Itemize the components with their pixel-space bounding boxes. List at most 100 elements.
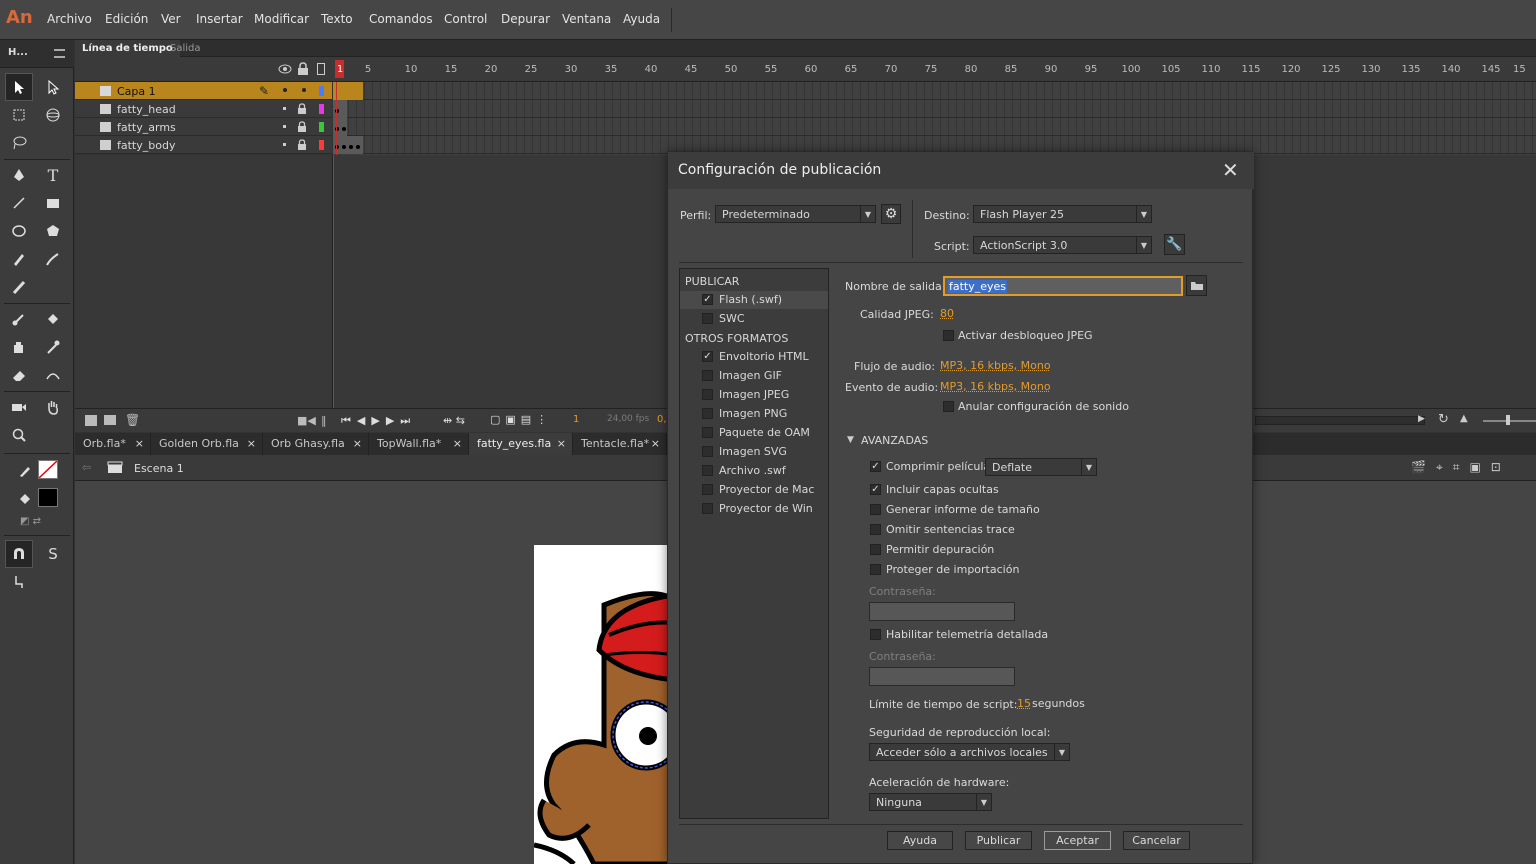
cancelar-button[interactable]: Cancelar	[1123, 831, 1190, 850]
camera-toggle-icon[interactable]: ■◀	[297, 414, 316, 427]
3d-rotation-icon[interactable]	[39, 101, 67, 129]
lock-dot[interactable]	[302, 88, 306, 92]
close-tab-icon[interactable]: ×	[135, 437, 144, 450]
checkbox-gif[interactable]	[702, 370, 713, 381]
checkbox-flash[interactable]: ✓	[702, 294, 713, 305]
checkbox-oam[interactable]	[702, 427, 713, 438]
lock-icon[interactable]	[297, 103, 307, 114]
fps-value[interactable]: 24,00 fps	[607, 414, 649, 424]
menu-ver[interactable]: Ver	[161, 12, 181, 26]
format-html-wrapper[interactable]: ✓ Envoltorio HTML	[680, 348, 828, 366]
stroke-color-swatch[interactable]	[38, 460, 58, 479]
brush-tool-icon[interactable]	[5, 273, 33, 301]
paint-brush-icon[interactable]	[39, 245, 67, 273]
format-svg[interactable]: Imagen SVG	[680, 443, 828, 461]
panel-menu-icon[interactable]	[54, 49, 65, 58]
password2-input[interactable]	[869, 667, 1015, 686]
visibility-dot[interactable]	[283, 125, 286, 128]
format-swf-archive[interactable]: Archivo .swf	[680, 462, 828, 480]
close-tab-icon[interactable]: ×	[557, 437, 566, 450]
menu-ventana[interactable]: Ventana	[562, 12, 611, 26]
scroll-right-icon[interactable]: ▶	[1418, 414, 1425, 424]
paint-bucket-icon[interactable]	[39, 305, 67, 333]
selection-tool-icon[interactable]	[5, 73, 33, 101]
layer-row-capa-1[interactable]: Capa 1 ✎	[75, 82, 332, 100]
checkbox-mac[interactable]	[702, 484, 713, 495]
telemetria-checkbox[interactable]	[870, 629, 881, 640]
ink-bottle-icon[interactable]	[5, 333, 33, 361]
perfil-dropdown[interactable]: Predeterminado ▼	[715, 205, 876, 223]
destino-dropdown[interactable]: Flash Player 25 ▼	[973, 205, 1152, 223]
proteger-importacion-checkbox[interactable]	[870, 564, 881, 575]
onion-skin-icons[interactable]: ▢▣▤⋮	[490, 413, 552, 426]
new-folder-icon[interactable]	[104, 415, 116, 425]
rectangle-tool-icon[interactable]	[39, 189, 67, 217]
straighten-icon[interactable]	[5, 568, 33, 596]
doc-tab-fatty-eyes[interactable]: fatty_eyes.fla ×	[469, 433, 573, 455]
limite-tiempo-value[interactable]: 15	[1017, 697, 1031, 710]
close-tab-icon[interactable]: ×	[453, 437, 462, 450]
format-flash-swf[interactable]: ✓ Flash (.swf)	[680, 291, 828, 309]
menu-archivo[interactable]: Archivo	[47, 12, 92, 26]
eyedropper-icon[interactable]	[39, 333, 67, 361]
artboard[interactable]	[534, 545, 674, 864]
oval-tool-icon[interactable]	[5, 217, 33, 245]
menu-comandos[interactable]: Comandos	[369, 12, 433, 26]
calidad-jpeg-value[interactable]: 80	[940, 307, 954, 320]
format-swc[interactable]: SWC	[680, 310, 828, 328]
free-transform-icon[interactable]	[5, 101, 33, 129]
pen-tool-icon[interactable]	[5, 161, 33, 189]
bone-tool-icon[interactable]	[5, 305, 33, 333]
back-arrow-icon[interactable]: ⇦	[82, 461, 91, 474]
password-input[interactable]	[869, 602, 1015, 621]
collapse-triangle-icon[interactable]: ▼	[847, 435, 854, 445]
close-icon[interactable]: ✕	[1222, 158, 1239, 182]
close-tab-icon[interactable]: ×	[247, 437, 256, 450]
show-hide-all-eye-icon[interactable]	[278, 63, 292, 75]
zoom-up-icon[interactable]: ▲	[1460, 413, 1468, 424]
comprimir-dropdown[interactable]: Deflate ▼	[985, 458, 1097, 476]
camera-tool-icon[interactable]	[5, 393, 33, 421]
text-tool-icon[interactable]: T	[39, 161, 67, 189]
evento-audio-value[interactable]: MP3, 16 kbps, Mono	[940, 380, 1051, 393]
scene-label[interactable]: Escena 1	[134, 462, 184, 475]
outline-color-swatch[interactable]	[319, 104, 324, 114]
nombre-salida-input[interactable]: fatty_eyes	[943, 276, 1183, 296]
checkbox-svg[interactable]	[702, 446, 713, 457]
doc-tab-tentacle[interactable]: Tentacle.fla* ×	[573, 433, 667, 455]
outline-color-swatch[interactable]	[319, 122, 324, 132]
visibility-dot[interactable]	[283, 143, 286, 146]
layer-depth-icon[interactable]: ‖	[321, 414, 327, 427]
menu-depurar[interactable]: Depurar	[501, 12, 550, 26]
fill-color-swatch[interactable]	[38, 488, 58, 507]
informe-tamano-checkbox[interactable]	[870, 504, 881, 515]
subselection-tool-icon[interactable]	[39, 73, 67, 101]
desbloqueo-checkbox[interactable]	[943, 330, 954, 341]
pencil-tool-icon[interactable]	[5, 245, 33, 273]
menu-modificar[interactable]: Modificar	[254, 12, 309, 26]
outline-color-swatch[interactable]	[319, 140, 324, 150]
lock-icon[interactable]	[297, 121, 307, 132]
menu-texto[interactable]: Texto	[321, 12, 353, 26]
layer-row-fatty-head[interactable]: fatty_head	[75, 100, 332, 118]
width-tool-icon[interactable]	[39, 361, 67, 389]
smooth-icon[interactable]: S	[39, 540, 67, 568]
hand-tool-icon[interactable]	[39, 393, 67, 421]
frame-grid[interactable]	[333, 82, 1536, 155]
center-frame-icon[interactable]: ⇹ ⇆	[443, 414, 465, 427]
lock-icon[interactable]	[297, 139, 307, 150]
menu-insertar[interactable]: Insertar	[196, 12, 243, 26]
format-jpeg[interactable]: Imagen JPEG	[680, 386, 828, 404]
zoom-tool-icon[interactable]	[5, 421, 33, 449]
seguridad-dropdown[interactable]: Acceder sólo a archivos locales ▼	[869, 743, 1070, 761]
folder-icon[interactable]	[1186, 275, 1207, 296]
polystar-tool-icon[interactable]	[39, 217, 67, 245]
capas-ocultas-checkbox[interactable]: ✓	[870, 484, 881, 495]
wrench-icon[interactable]: 🔧	[1164, 234, 1185, 255]
new-layer-icon[interactable]	[85, 415, 97, 426]
visibility-dot[interactable]	[283, 107, 286, 110]
lasso-tool-icon[interactable]	[5, 129, 33, 157]
permitir-depuracion-checkbox[interactable]	[870, 544, 881, 555]
anular-sonido-checkbox[interactable]	[943, 401, 954, 412]
checkbox-swf-archive[interactable]	[702, 465, 713, 476]
